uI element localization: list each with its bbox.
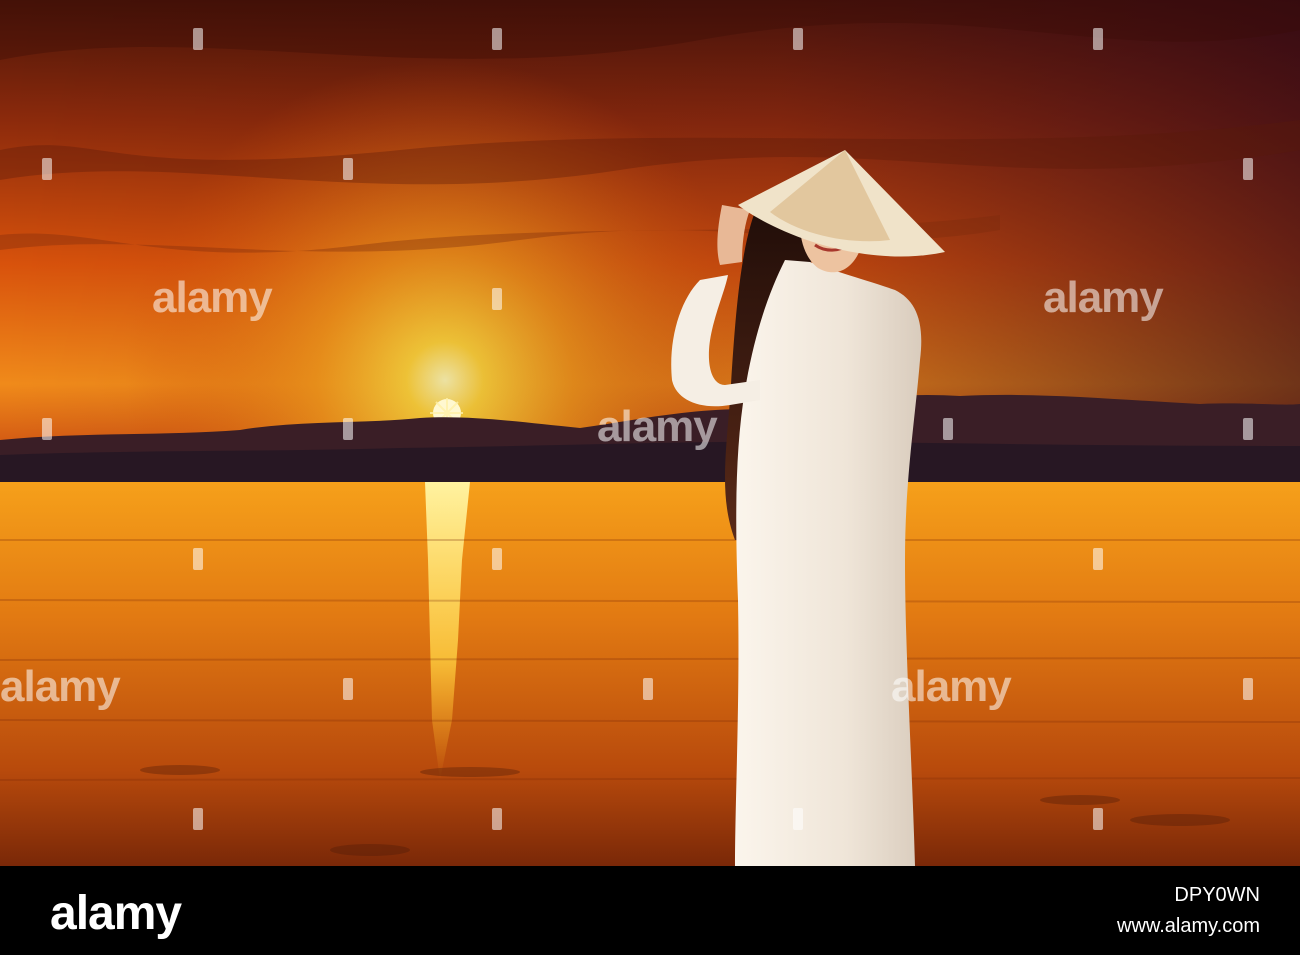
watermark-logo: alamy xyxy=(152,273,273,322)
white-ao-dai xyxy=(735,260,922,866)
watermark-tick xyxy=(1243,158,1253,180)
watermark-tick xyxy=(193,28,203,50)
watermark-logo: alamy xyxy=(0,662,121,711)
site-url: www.alamy.com xyxy=(1117,915,1260,937)
watermark-tick xyxy=(193,548,203,570)
image-id: DPY0WN xyxy=(1174,884,1260,906)
footer-logo: alamy xyxy=(50,887,182,940)
watermark-tick xyxy=(1243,418,1253,440)
watermark-tick xyxy=(42,418,52,440)
watermark-tick xyxy=(492,548,502,570)
watermark-tick xyxy=(492,808,502,830)
watermark-tick xyxy=(193,808,203,830)
watermark-tick xyxy=(343,678,353,700)
watermark-tick xyxy=(343,158,353,180)
footer-info: DPY0WN www.alamy.com xyxy=(1117,884,1260,938)
footer-bar: alamy DPY0WN www.alamy.com xyxy=(0,866,1300,955)
watermark-tick xyxy=(42,158,52,180)
watermark-tick xyxy=(492,28,502,50)
watermark-logo: alamy xyxy=(891,662,1012,711)
watermark-logo: alamy xyxy=(1043,273,1164,322)
watermark-tick xyxy=(492,288,502,310)
watermark-tick xyxy=(1093,548,1103,570)
watermark-tick xyxy=(793,28,803,50)
watermark-tick xyxy=(343,418,353,440)
sunset-portrait-photo: alamy alamy alamy alamy alamy xyxy=(0,0,1300,866)
watermark-tick xyxy=(1093,808,1103,830)
watermark-tick xyxy=(793,808,803,830)
watermark-tick xyxy=(643,678,653,700)
watermark-tick xyxy=(943,418,953,440)
watermark-logo: alamy xyxy=(597,402,718,451)
watermark-tick xyxy=(1243,678,1253,700)
stock-photo: alamy alamy alamy alamy alamy alamy DPY0… xyxy=(0,0,1300,955)
watermark-tick xyxy=(1093,28,1103,50)
